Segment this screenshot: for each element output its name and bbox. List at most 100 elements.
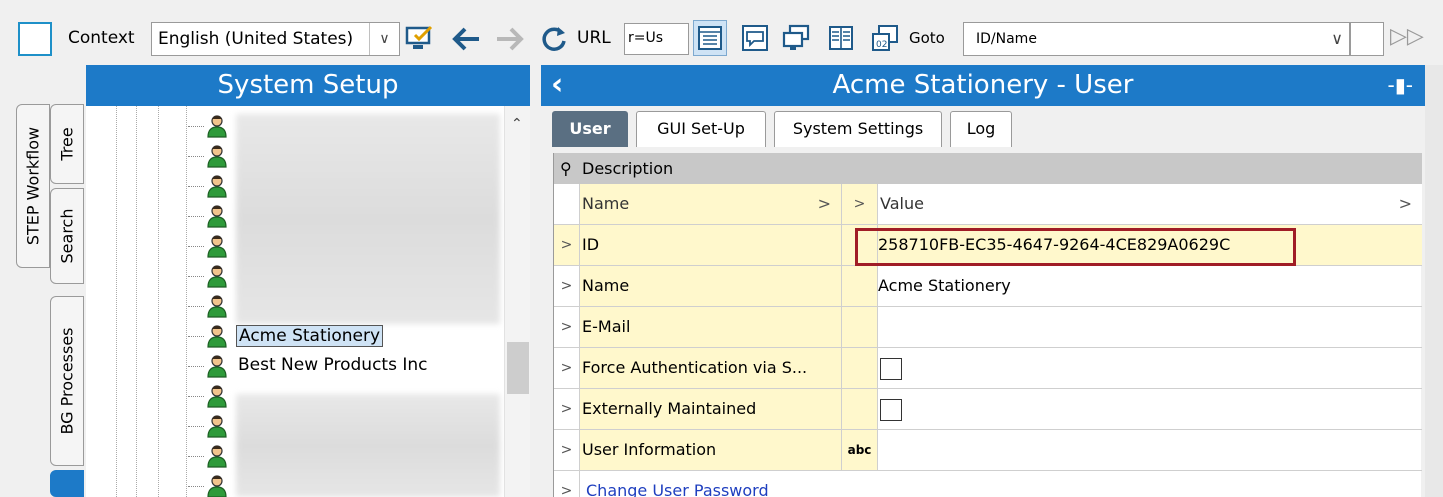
goto-label: Goto bbox=[909, 29, 945, 47]
tree-connector bbox=[188, 306, 204, 307]
attribute-type bbox=[842, 389, 878, 429]
user-icon bbox=[207, 325, 227, 348]
user-icon bbox=[207, 205, 227, 228]
back-arrow-icon[interactable] bbox=[450, 22, 482, 56]
attribute-value-cell[interactable] bbox=[878, 307, 1422, 347]
chevron-right-icon: > bbox=[817, 194, 831, 213]
attribute-name: ID bbox=[580, 225, 842, 265]
app-logo-icon[interactable] bbox=[18, 22, 52, 56]
attribute-row: > Force Authentication via S... bbox=[554, 348, 1422, 389]
attribute-value: Acme Stationery bbox=[878, 276, 1011, 295]
column-header-name[interactable]: Name > bbox=[580, 184, 842, 224]
tab-tree[interactable]: Tree bbox=[50, 104, 84, 184]
app-window: Context English (United States) ∨ URL r=… bbox=[0, 0, 1443, 497]
row-expander[interactable]: > bbox=[554, 389, 580, 429]
tab-log[interactable]: Log bbox=[950, 111, 1012, 147]
attribute-type bbox=[842, 348, 878, 388]
screens-icon[interactable] bbox=[780, 20, 814, 56]
columns-view-icon[interactable] bbox=[824, 20, 858, 56]
top-toolbar: Context English (United States) ∨ URL r=… bbox=[0, 16, 1443, 64]
url-input[interactable]: r=Us bbox=[624, 23, 689, 55]
context-select[interactable]: English (United States) ∨ bbox=[151, 22, 400, 56]
chevron-down-icon[interactable]: ∨ bbox=[369, 23, 399, 55]
user-icon bbox=[207, 385, 227, 408]
user-icon bbox=[207, 115, 227, 138]
comment-icon[interactable] bbox=[738, 20, 772, 56]
tab-system-settings[interactable]: System Settings bbox=[774, 111, 942, 147]
chevron-right-icon[interactable]: > bbox=[842, 184, 878, 224]
tab-search[interactable]: Search bbox=[50, 188, 84, 284]
attribute-type bbox=[842, 307, 878, 347]
tree-node-label: Acme Stationery bbox=[236, 325, 384, 347]
attribute-row: > Externally Maintained bbox=[554, 389, 1422, 430]
attribute-name: Force Authentication via S... bbox=[580, 348, 842, 388]
row-expander[interactable]: > bbox=[554, 430, 580, 470]
forward-arrow-icon[interactable] bbox=[494, 22, 526, 56]
user-panel-scrollbar[interactable] bbox=[1425, 65, 1443, 497]
goto-select-value: ID/Name bbox=[976, 31, 1037, 47]
svg-text:02: 02 bbox=[876, 40, 887, 50]
list-view-icon[interactable] bbox=[693, 20, 727, 56]
tree-connector bbox=[188, 156, 204, 157]
attribute-name: Externally Maintained bbox=[580, 389, 842, 429]
tree-connector bbox=[188, 396, 204, 397]
chevron-down-icon[interactable]: ∨ bbox=[1331, 29, 1343, 48]
value-checkbox[interactable] bbox=[880, 399, 902, 421]
id-highlight-box bbox=[855, 228, 1296, 266]
section-title: Description bbox=[582, 159, 674, 178]
attribute-name: Name bbox=[580, 266, 842, 306]
user-icon bbox=[207, 415, 227, 438]
goto-window-icon[interactable]: 02 bbox=[868, 20, 902, 56]
pin-icon[interactable]: -▮- bbox=[1388, 73, 1413, 97]
link-row: > Change User Password bbox=[554, 471, 1422, 497]
row-expander[interactable]: > bbox=[554, 266, 580, 306]
tab-step-workflow[interactable]: STEP Workflow bbox=[16, 104, 50, 268]
tab-user[interactable]: User bbox=[552, 111, 628, 147]
context-select-value: English (United States) bbox=[158, 29, 354, 49]
attribute-type bbox=[842, 266, 878, 306]
user-panel-header: ‹ Acme Stationery - User -▮- bbox=[541, 65, 1425, 106]
goto-select[interactable]: ID/Name ∨ bbox=[963, 22, 1350, 56]
change-password-link[interactable]: Change User Password bbox=[586, 471, 769, 497]
scroll-thumb[interactable] bbox=[507, 342, 529, 394]
row-expander[interactable]: > bbox=[554, 225, 580, 265]
redacted-area bbox=[236, 394, 500, 497]
user-icon bbox=[207, 145, 227, 168]
pin-icon[interactable]: ⚲ bbox=[560, 153, 572, 184]
row-expander bbox=[554, 184, 580, 224]
chevron-right-icon: > bbox=[1398, 194, 1412, 213]
system-setup-header: System Setup bbox=[86, 65, 530, 106]
tab-gui-set-up[interactable]: GUI Set-Up bbox=[636, 111, 766, 147]
monitor-check-icon[interactable] bbox=[404, 22, 436, 56]
column-header-value[interactable]: Value > bbox=[878, 184, 1422, 224]
user-panel-title: Acme Stationery - User bbox=[832, 70, 1134, 100]
attribute-row: > Name Acme Stationery bbox=[554, 266, 1422, 307]
row-expander[interactable]: > bbox=[554, 307, 580, 347]
attribute-name: E-Mail bbox=[580, 307, 842, 347]
attribute-value-cell[interactable] bbox=[878, 348, 1422, 388]
row-expander[interactable]: > bbox=[554, 471, 580, 497]
attribute-value-cell[interactable]: Acme Stationery bbox=[878, 266, 1422, 306]
description-section[interactable]: ⚲ Description bbox=[554, 153, 1422, 184]
attribute-row: > User Information abc bbox=[554, 430, 1422, 471]
goto-input[interactable] bbox=[1350, 22, 1384, 56]
chevron-up-icon[interactable]: ⌃ bbox=[511, 116, 523, 132]
value-checkbox[interactable] bbox=[880, 358, 902, 380]
tree-scrollbar[interactable]: ⌃ bbox=[504, 106, 530, 497]
tab-active-indicator[interactable] bbox=[50, 470, 84, 497]
attribute-row: > E-Mail bbox=[554, 307, 1422, 348]
tree-node-label: Best New Products Inc bbox=[238, 355, 428, 375]
attribute-value-cell[interactable] bbox=[878, 430, 1422, 470]
tree-guides bbox=[86, 106, 187, 497]
column-header-label: Name bbox=[582, 194, 630, 213]
tree-connector bbox=[188, 186, 204, 187]
user-icon bbox=[207, 355, 227, 378]
double-chevron-right-icon[interactable]: ▷▷ bbox=[1390, 24, 1424, 49]
tab-bg-processes[interactable]: BG Processes bbox=[50, 296, 84, 466]
attribute-value-cell[interactable] bbox=[878, 389, 1422, 429]
tree-connector bbox=[188, 336, 204, 337]
tree-connector bbox=[188, 216, 204, 217]
context-label: Context bbox=[68, 28, 135, 48]
row-expander[interactable]: > bbox=[554, 348, 580, 388]
refresh-icon[interactable] bbox=[538, 22, 570, 56]
